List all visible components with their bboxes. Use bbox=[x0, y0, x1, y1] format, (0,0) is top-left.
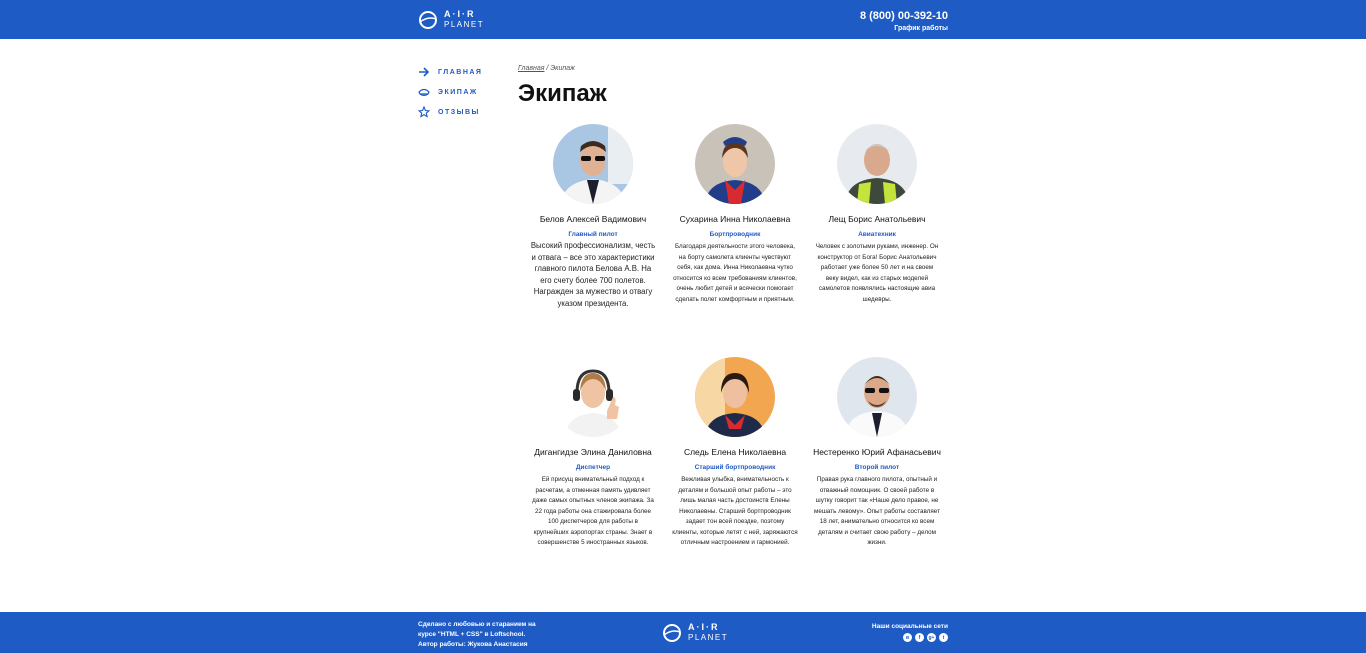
crew-role: Старший бортпроводник bbox=[694, 464, 776, 471]
nav-item-label: ОТЗЫВЫ bbox=[438, 108, 480, 116]
crew-role: Авиатехник bbox=[858, 231, 896, 238]
crew-role: Главный пилот bbox=[568, 231, 618, 238]
credit-line: курсе "HTML + CSS" в Loftschool. bbox=[418, 631, 526, 638]
crew-name: Сухарина Инна Николаевна bbox=[679, 214, 791, 224]
breadcrumb: Главная / Экипаж bbox=[518, 65, 575, 72]
credit-line: Сделано с любовью и старанием на bbox=[418, 621, 536, 628]
crew-description: Благодаря деятельности этого человека, н… bbox=[673, 243, 797, 303]
crew-card: Нестеренко Юрий Афанасьевич Второй пилот… bbox=[812, 357, 942, 549]
crew-role: Диспетчер bbox=[575, 464, 611, 471]
crew-photo bbox=[837, 357, 917, 437]
social-block: Наши социальные сети в f g+ t bbox=[872, 623, 948, 642]
planet-logo-icon bbox=[663, 623, 681, 642]
crew-name: Дигангидзе Элина Даниловна bbox=[534, 447, 652, 457]
crew-card: Белов Алексей Вадимович Главный пилот Вы… bbox=[528, 124, 658, 309]
google-plus-icon[interactable]: g+ bbox=[927, 633, 936, 642]
nav-item-reviews[interactable]: ОТЗЫВЫ bbox=[418, 102, 508, 122]
star-icon bbox=[418, 106, 430, 118]
nav-item-label: ГЛАВНАЯ bbox=[438, 68, 483, 76]
pilot-cap-icon bbox=[418, 86, 430, 98]
crew-role: Второй пилот bbox=[854, 464, 900, 471]
logo-text-bottom: PLANET bbox=[688, 633, 729, 642]
crew-card: Следь Елена Николаевна Старший бортпрово… bbox=[670, 357, 800, 549]
logo-text-top: A·I·R bbox=[688, 622, 720, 632]
crew-photo bbox=[837, 124, 917, 204]
nav-item-label: ЭКИПАЖ bbox=[438, 88, 478, 96]
crew-description: Человек с золотыми руками, инженер. Он к… bbox=[815, 243, 939, 303]
credit-author: Автор работы: Жукова Анастасия bbox=[418, 641, 528, 648]
breadcrumb-home-link[interactable]: Главная bbox=[518, 65, 544, 72]
crew-description: Высокий профессионализм, честь и отвага … bbox=[530, 241, 656, 308]
crew-role: Бортпроводник bbox=[709, 231, 761, 238]
crew-name: Нестеренко Юрий Афанасьевич bbox=[813, 447, 941, 457]
crew-photo bbox=[553, 124, 633, 204]
crew-description: Вежливая улыбка, внимательность к деталя… bbox=[672, 476, 798, 546]
footer-logo[interactable]: A·I·R PLANET bbox=[662, 622, 728, 643]
crew-name: Белов Алексей Вадимович bbox=[539, 214, 647, 224]
crew-name: Лещ Борис Анатольевич bbox=[828, 214, 926, 224]
crew-card: Дигангидзе Элина Даниловна Диспетчер Ей … bbox=[528, 357, 658, 549]
crew-card: Лещ Борис Анатольевич Авиатехник Человек… bbox=[812, 124, 942, 305]
crew-name: Следь Елена Николаевна bbox=[683, 447, 787, 457]
logo-text-bottom: PLANET bbox=[444, 20, 485, 29]
facebook-icon[interactable]: f bbox=[915, 633, 924, 642]
site-logo[interactable]: A·I·R PLANET bbox=[418, 9, 484, 30]
footer-credits: Сделано с любовью и старанием на курсе "… bbox=[418, 620, 536, 650]
page-title: Экипаж bbox=[518, 80, 607, 107]
vk-icon[interactable]: в bbox=[903, 633, 912, 642]
twitter-icon[interactable]: t bbox=[939, 633, 948, 642]
crew-photo bbox=[695, 357, 775, 437]
nav-item-crew[interactable]: ЭКИПАЖ bbox=[418, 82, 508, 102]
planet-logo-icon bbox=[419, 10, 437, 29]
social-icons: в f g+ t bbox=[872, 633, 948, 642]
logo-text-top: A·I·R bbox=[444, 9, 476, 19]
schedule-link[interactable]: График работы bbox=[894, 25, 948, 32]
side-nav: ГЛАВНАЯ ЭКИПАЖ ОТЗЫВЫ bbox=[418, 62, 508, 122]
breadcrumb-current: Экипаж bbox=[550, 65, 575, 72]
social-title: Наши социальные сети bbox=[871, 623, 948, 630]
arrow-right-icon bbox=[418, 66, 430, 78]
nav-item-home[interactable]: ГЛАВНАЯ bbox=[418, 62, 508, 82]
crew-photo bbox=[553, 357, 633, 437]
site-header: A·I·R PLANET 8 (800) 00-392-10 График ра… bbox=[0, 0, 1366, 39]
crew-photo bbox=[695, 124, 775, 204]
phone-number[interactable]: 8 (800) 00-392-10 bbox=[860, 10, 948, 22]
crew-description: Ей присущ внимательный подход к расчетам… bbox=[532, 476, 654, 546]
crew-card: Сухарина Инна Николаевна Бортпроводник Б… bbox=[670, 124, 800, 305]
site-footer: Сделано с любовью и старанием на курсе "… bbox=[0, 612, 1366, 653]
crew-description: Правая рука главного пилота, опытный и о… bbox=[814, 476, 940, 546]
